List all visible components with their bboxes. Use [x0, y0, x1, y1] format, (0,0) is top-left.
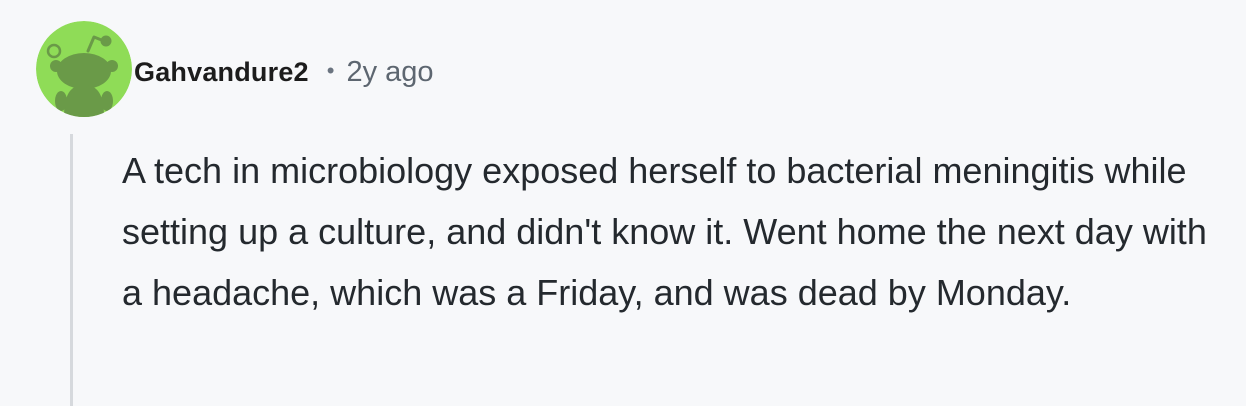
comment-meta: Gahvandure2 • 2y ago	[134, 50, 434, 94]
meta-separator: •	[326, 58, 335, 83]
timestamp-link[interactable]: 2y ago	[346, 56, 433, 89]
snoo-avatar-graphic	[36, 21, 132, 117]
comment-body: A tech in microbiology exposed herself t…	[122, 150, 1207, 313]
snoo-avatar-icon[interactable]	[36, 21, 132, 117]
username-link[interactable]: Gahvandure2	[134, 57, 309, 88]
thread-line[interactable]	[70, 134, 73, 406]
comment: Gahvandure2 • 2y ago A tech in microbiol…	[0, 0, 1246, 406]
